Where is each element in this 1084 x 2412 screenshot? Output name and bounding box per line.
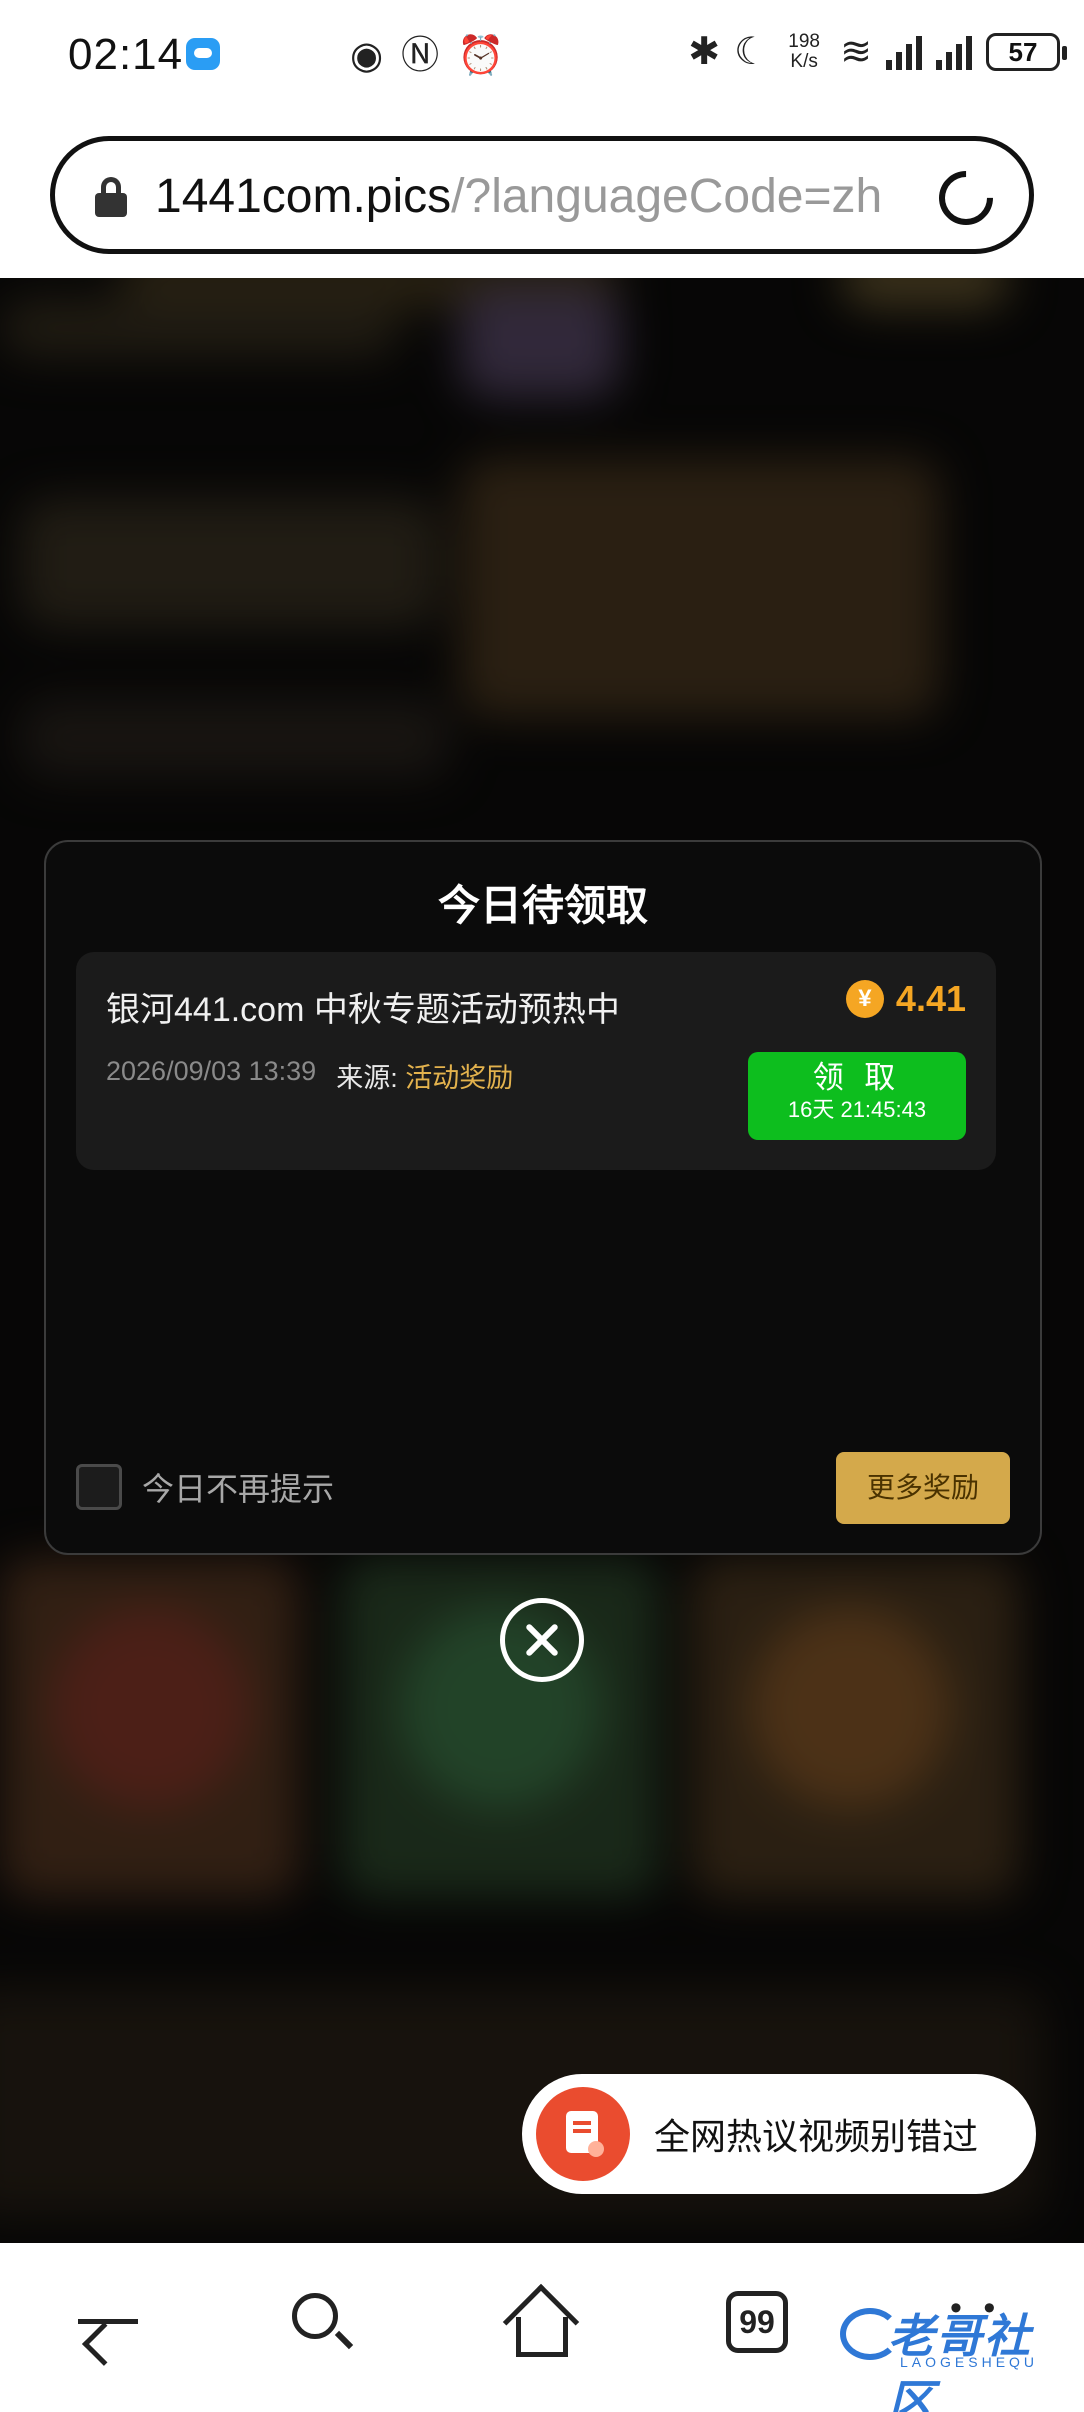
lock-icon <box>95 177 127 217</box>
signal-icon <box>886 34 922 70</box>
video-toast-text: 全网热议视频别错过 <box>654 2116 979 2157</box>
battery-indicator: 57 <box>986 33 1067 71</box>
net-speed-value: 198 <box>788 31 820 52</box>
url-path: /?languageCode=zh <box>451 170 883 223</box>
address-bar[interactable]: 1441com.pics/?languageCode=zh <box>50 136 1034 254</box>
no-remind-row[interactable]: 今日不再提示 <box>76 1464 334 1510</box>
reward-amount: ¥ 4.41 <box>845 978 966 1020</box>
back-icon[interactable] <box>68 2283 148 2363</box>
reward-amount-value: 4.41 <box>895 978 966 1019</box>
claim-button[interactable]: 领 取 16天 21:45:43 <box>748 1052 966 1140</box>
browser-toolbar: 1441com.pics/?languageCode=zh <box>0 118 1084 278</box>
reward-card: 银河441.com 中秋专题活动预热中 ¥ 4.41 2026/09/03 13… <box>76 952 996 1170</box>
status-icons-left: ◉ Ⓝ ⏰ <box>350 32 505 80</box>
more-rewards-button[interactable]: 更多奖励 <box>836 1452 1010 1524</box>
signal-icon <box>936 34 972 70</box>
reward-source-value: 活动奖励 <box>405 1063 514 1093</box>
url-text[interactable]: 1441com.pics/?languageCode=zh <box>155 169 882 225</box>
claim-label: 领 取 <box>812 1060 902 1095</box>
status-icons-right: ✱ ☾ 198 K/s ≋ 57 <box>688 28 1067 76</box>
video-toast[interactable]: 全网热议视频别错过 <box>522 2074 1036 2194</box>
eye-icon: ◉ <box>350 35 384 77</box>
no-remind-label: 今日不再提示 <box>142 1471 335 1507</box>
reward-source-label: 来源: <box>336 1063 398 1093</box>
watermark-subtext: LAOGESHEQU <box>900 2354 1039 2370</box>
yuan-coin-icon: ¥ <box>845 980 884 1018</box>
moon-icon: ☾ <box>734 31 769 73</box>
url-host: 1441com.pics <box>155 170 452 223</box>
wifi-icon: ≋ <box>840 31 872 73</box>
search-icon[interactable] <box>282 2283 362 2363</box>
close-icon[interactable] <box>500 1598 584 1682</box>
bluetooth-icon: ✱ <box>688 31 721 73</box>
net-speed: 198 K/s <box>782 32 826 72</box>
reward-title: 银河441.com 中秋专题活动预热中 <box>106 991 620 1029</box>
tabs-button[interactable]: 99 <box>722 2283 802 2363</box>
claim-timer: 16天 21:45:43 <box>787 1097 927 1122</box>
daily-rewards-modal: 今日待领取 银河441.com 中秋专题活动预热中 ¥ 4.41 2026/09… <box>44 840 1042 1555</box>
alarm-icon: ⏰ <box>457 35 505 77</box>
tabs-count: 99 <box>726 2291 788 2353</box>
home-icon[interactable] <box>502 2283 582 2363</box>
status-bar: 02:14 ◉ Ⓝ ⏰ ✱ ☾ 198 K/s ≋ 57 <box>0 0 1084 118</box>
nfc-icon: Ⓝ <box>401 35 440 77</box>
reload-icon[interactable] <box>927 159 1005 237</box>
reward-date: 2026/09/03 13:39 <box>106 1056 317 1086</box>
net-speed-unit: K/s <box>790 51 818 72</box>
status-time: 02:14 <box>68 30 184 79</box>
no-remind-checkbox[interactable] <box>76 1464 122 1510</box>
hot-video-icon <box>536 2087 630 2181</box>
message-icon <box>186 38 220 70</box>
modal-title: 今日待领取 <box>437 882 648 929</box>
reward-meta: 2026/09/03 13:39 来源: 活动奖励 <box>106 1056 513 1095</box>
watermark-logo: 老哥社区 LAOGESHEQU <box>840 2300 1070 2412</box>
